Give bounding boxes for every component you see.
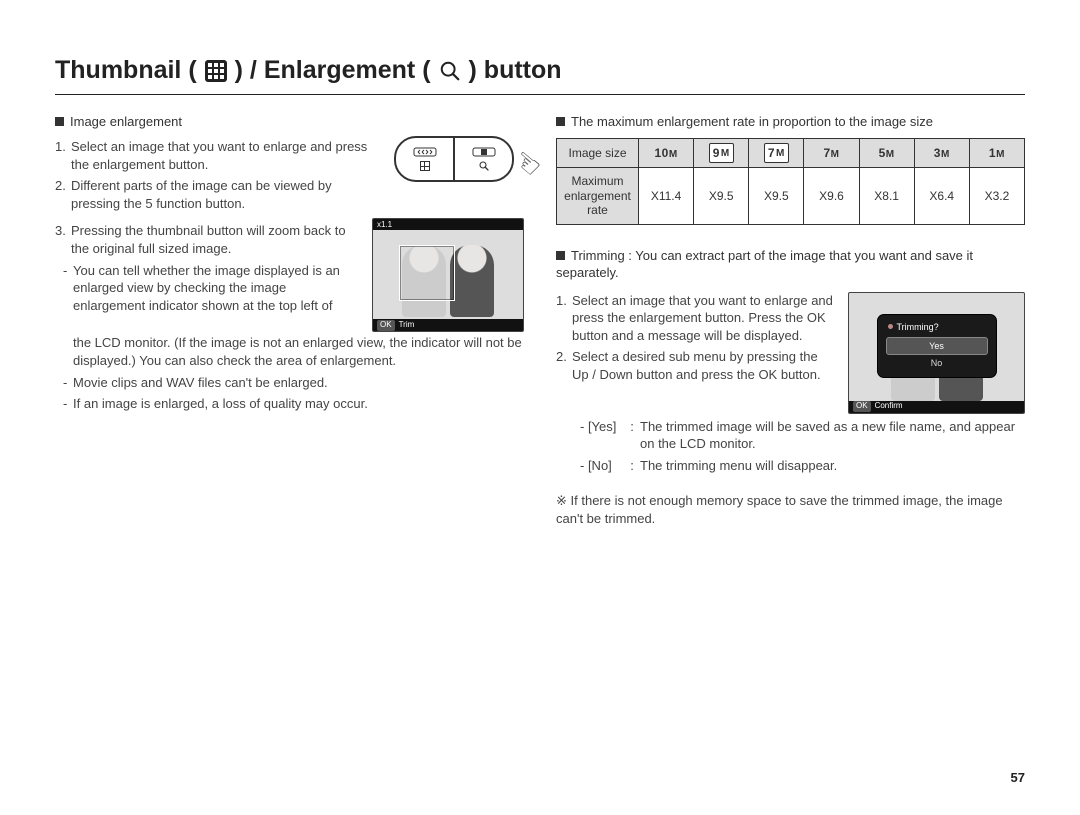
rate-4: X8.1 [859, 168, 914, 224]
crop-indicator-box [399, 245, 455, 301]
right-header1-text: The maximum enlargement rate in proporti… [571, 114, 933, 129]
table-row2-label: Maximum enlargement rate [557, 168, 639, 224]
trim-no-row: - [No] : The trimming menu will disappea… [556, 457, 1025, 475]
lcd-preview-trimming-dialog: Trimming? Yes No OK Confirm [848, 292, 1025, 414]
dialog-option-yes: Yes [886, 337, 988, 355]
colon: : [628, 418, 636, 453]
dialog-question: Trimming? [897, 321, 939, 333]
trim-step-2: Select a desired sub menu by pressing th… [556, 348, 834, 383]
lcd1-zoom-indicator: x1.1 [377, 220, 392, 231]
dialog-option-no: No [886, 355, 988, 371]
memory-note: ※ If there is not enough memory space to… [556, 492, 1025, 527]
left-sub-3: If an image is enlarged, a loss of quali… [55, 395, 524, 413]
size-3m: 3M [914, 139, 969, 168]
table-row1-label: Image size [557, 139, 639, 168]
right-section-header-1: The maximum enlargement rate in proporti… [556, 113, 1025, 131]
note-marker-icon: ※ [556, 493, 571, 508]
lcd1-foot-label: Trim [399, 320, 415, 331]
colon: : [628, 457, 636, 475]
trim-yes-row: - [Yes] : The trimmed image will be save… [556, 418, 1025, 453]
memory-note-text: If there is not enough memory space to s… [556, 493, 1003, 526]
right-column: The maximum enlargement rate in proporti… [556, 113, 1025, 528]
mini-magnifier-icon [478, 160, 490, 172]
trimming-header: Trimming : You can extract part of the i… [556, 247, 1025, 282]
title-part-1: Thumbnail ( [55, 54, 197, 88]
lcd-preview-enlarged: x1.1 OK Trim [372, 218, 524, 332]
page-number: 57 [1011, 769, 1025, 787]
size-9m-wide: 9M [694, 139, 749, 168]
no-text: The trimming menu will disappear. [636, 457, 1025, 475]
title-part-2: ) / Enlargement ( [235, 54, 431, 88]
size-10m: 10M [639, 139, 694, 168]
lcd1-ok-chip: OK [377, 320, 395, 331]
left-step-2: Different parts of the image can be view… [55, 177, 370, 212]
bullet-square-icon [556, 117, 565, 126]
left-sub-1b: the LCD monitor. (If the image is not an… [55, 334, 524, 369]
zoom-button-illustration: ☜ [384, 136, 524, 182]
magnifier-icon [439, 60, 461, 82]
rate-3: X9.6 [804, 168, 859, 224]
bullet-square-icon [556, 251, 565, 260]
enlargement-rate-table: Image size 10M 9M 7M 7M 5M 3M 1M Maximum… [556, 138, 1025, 224]
rate-5: X6.4 [914, 168, 969, 224]
mini-thumbnail-icon [420, 161, 430, 171]
title-part-3: ) button [469, 54, 562, 88]
left-step-1: Select an image that you want to enlarge… [55, 138, 370, 173]
trimming-header-text: Trimming : You can extract part of the i… [556, 248, 973, 281]
lcd2-ok-chip: OK [853, 401, 871, 412]
trimming-dialog: Trimming? Yes No [878, 315, 996, 377]
lcd2-foot-label: Confirm [875, 401, 903, 412]
trim-step-1: Select an image that you want to enlarge… [556, 292, 834, 345]
rate-2: X9.5 [749, 168, 804, 224]
page-title: Thumbnail ( ) / Enlargement ( ) button [55, 54, 1025, 95]
rate-0: X11.4 [639, 168, 694, 224]
size-7m-wide: 7M [749, 139, 804, 168]
thumbnail-icon [205, 60, 227, 82]
rate-1: X9.5 [694, 168, 749, 224]
no-key: - [No] [572, 457, 628, 475]
yes-text: The trimmed image will be saved as a new… [636, 418, 1025, 453]
person-silhouette-2 [450, 245, 494, 317]
zoom-out-half [396, 138, 453, 180]
zoom-in-half [453, 138, 512, 180]
rate-6: X3.2 [969, 168, 1024, 224]
dialog-dot-icon [888, 324, 893, 329]
left-section-header: Image enlargement [55, 113, 524, 131]
left-column: Image enlargement Select an image that y… [55, 113, 524, 528]
left-step-3: Pressing the thumbnail button will zoom … [55, 222, 358, 257]
size-7m: 7M [804, 139, 859, 168]
bullet-square-icon [55, 117, 64, 126]
manual-page: Thumbnail ( ) / Enlargement ( ) button I… [0, 0, 1080, 815]
yes-key: - [Yes] [572, 418, 628, 453]
left-header-text: Image enlargement [70, 114, 182, 129]
left-sub-1a: You can tell whether the image displayed… [55, 262, 358, 315]
size-1m: 1M [969, 139, 1024, 168]
left-sub-2: Movie clips and WAV files can't be enlar… [55, 374, 524, 392]
size-5m: 5M [859, 139, 914, 168]
